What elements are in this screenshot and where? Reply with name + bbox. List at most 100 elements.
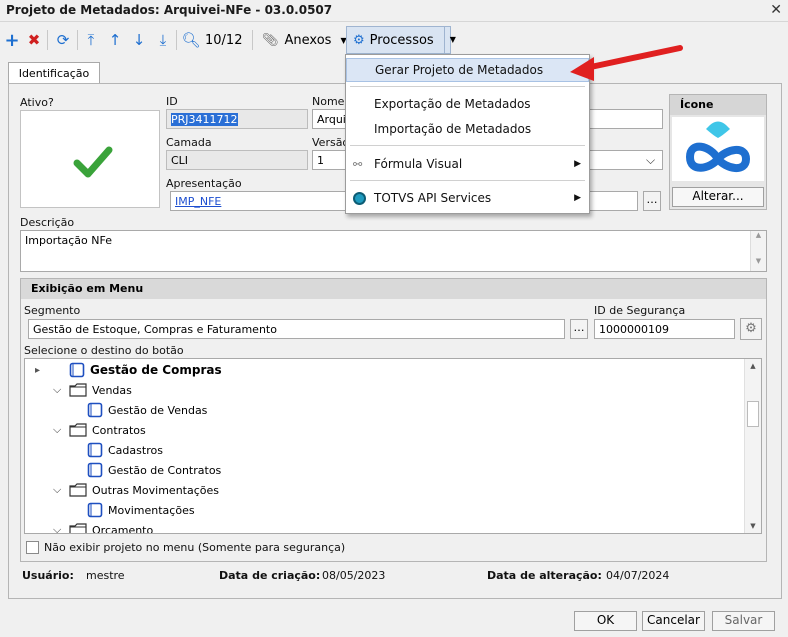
icon-box: Ícone Alterar...	[669, 94, 767, 210]
menu-display-header: Exibição em Menu	[21, 279, 766, 299]
hide-from-menu-checkbox[interactable]	[26, 541, 39, 554]
tree-node-label: Gestão de Vendas	[108, 403, 208, 417]
record-counter: 10/12	[205, 32, 243, 48]
menu-item-label: Importação de Metadados	[374, 122, 532, 136]
refresh-icon[interactable]: ⟳	[52, 26, 74, 54]
layer-label: Camada	[166, 136, 212, 149]
collapse-arrow-icon[interactable]: ⌵	[53, 483, 61, 497]
destination-label: Selecione o destino do botão	[24, 344, 184, 357]
menu-item-label: TOTVS API Services	[374, 191, 492, 205]
segment-label: Segmento	[24, 304, 81, 317]
document-icon	[87, 462, 103, 478]
destination-tree[interactable]: ▸ Gestão de Compras ⌵ Vendas Gestão de Venda…	[24, 358, 762, 534]
project-icon	[672, 117, 764, 181]
security-id-field[interactable]: 1000000109	[594, 319, 735, 339]
document-icon	[69, 362, 85, 378]
description-scrollbar[interactable]: ▲ ▼	[750, 231, 766, 271]
tree-node-label: Outras Movimentações	[92, 483, 220, 497]
gear-icon: ⚙	[353, 32, 365, 48]
version-label: Versão	[312, 136, 350, 149]
ok-button[interactable]: OK	[574, 611, 637, 631]
id-field[interactable]: PRJ3411712	[166, 109, 308, 129]
tree-node-label: Cadastros	[108, 443, 163, 457]
tree-item-node[interactable]: Cadastros	[87, 440, 163, 460]
processes-label: Processos	[369, 32, 434, 48]
next-record-icon[interactable]: ↓	[128, 26, 150, 54]
add-icon[interactable]: +	[2, 26, 22, 54]
tree-folder-node[interactable]: ⌵ Orcamento	[53, 520, 154, 534]
layer-field[interactable]: CLI	[166, 150, 308, 170]
attachments-button[interactable]: 📎︎ Anexos ▼	[262, 26, 347, 54]
folder-icon	[69, 383, 87, 397]
chevron-right-icon: ▶	[574, 193, 581, 203]
user-label: Usuário:	[22, 569, 74, 582]
chevron-down-icon[interactable]: ▼	[443, 27, 456, 53]
tree-item-node[interactable]: Gestão de Contratos	[87, 460, 221, 480]
menu-item-visual-formula[interactable]: ⚯ Fórmula Visual ▶	[346, 152, 589, 176]
first-record-icon[interactable]: ⤒	[80, 26, 102, 54]
collapse-arrow-icon[interactable]: ⌵	[53, 423, 61, 437]
document-icon	[87, 442, 103, 458]
name-label: Nome	[312, 95, 345, 108]
icon-label: Ícone	[670, 95, 766, 115]
expand-arrow-icon[interactable]: ▸	[35, 365, 40, 376]
tree-item-node[interactable]: ▸ Gestão de Compras	[35, 360, 222, 380]
changed-value: 04/07/2024	[606, 569, 670, 582]
presentation-label: Apresentação	[166, 177, 242, 190]
processes-dropdown-menu: Gerar Projeto de Metadados Exportação de…	[345, 54, 590, 214]
id-value: PRJ3411712	[171, 113, 238, 126]
processes-button[interactable]: ⚙ Processos ▼	[346, 26, 456, 54]
gear-icon[interactable]: ⚙	[740, 318, 762, 340]
folder-icon	[69, 483, 87, 497]
tree-scrollbar[interactable]: ▲ ▼	[744, 359, 761, 533]
menu-item-import-metadata[interactable]: Importação de Metadados	[346, 117, 589, 141]
tree-item-node[interactable]: Movimentações	[87, 500, 195, 520]
tree-node-label: Vendas	[92, 383, 132, 397]
collapse-arrow-icon[interactable]: ⌵	[53, 383, 61, 397]
delete-icon[interactable]: ✖	[24, 26, 44, 54]
previous-record-icon[interactable]: ↑	[104, 26, 126, 54]
tree-item-node[interactable]: Gestão de Vendas	[87, 400, 207, 420]
folder-icon	[69, 523, 87, 533]
last-record-icon[interactable]: ⤓	[152, 26, 174, 54]
segment-lookup-button[interactable]: …	[570, 319, 588, 339]
active-toggle[interactable]	[20, 110, 160, 208]
infinity-logo-icon	[685, 121, 751, 172]
attachments-label: Anexos	[284, 32, 332, 48]
hide-from-menu-label: Não exibir projeto no menu (Somente para…	[44, 541, 346, 554]
cancel-button[interactable]: Cancelar	[642, 611, 705, 631]
chevron-down-icon[interactable]: ⌵	[646, 153, 655, 168]
red-arrow-annotation	[570, 45, 683, 81]
search-icon[interactable]: 🔍︎	[180, 26, 202, 54]
security-id-label: ID de Segurança	[594, 304, 686, 317]
presentation-lookup-button[interactable]: …	[643, 191, 661, 211]
window-title: Projeto de Metadados: Arquivei-NFe - 03.…	[6, 3, 333, 17]
change-icon-button[interactable]: Alterar...	[672, 187, 764, 207]
menu-item-totvs-api-services[interactable]: TOTVS API Services ▶	[346, 186, 589, 210]
tree-node-label: Gestão de Contratos	[108, 463, 222, 477]
scroll-thumb[interactable]	[747, 401, 759, 427]
tree-folder-node[interactable]: ⌵ Outras Movimentações	[53, 480, 220, 500]
description-label: Descrição	[20, 216, 75, 229]
tree-node-label: Movimentações	[108, 503, 195, 517]
close-icon[interactable]: ✕	[770, 2, 782, 18]
tab-identification[interactable]: Identificação	[8, 62, 100, 84]
tree-node-label: Orcamento	[92, 523, 154, 534]
paperclip-icon: 📎︎	[262, 32, 279, 48]
document-icon	[87, 402, 103, 418]
hierarchy-icon: ⚯	[353, 157, 363, 171]
document-icon	[87, 502, 103, 518]
user-value: mestre	[86, 569, 125, 582]
menu-item-generate-metadata-project[interactable]: Gerar Projeto de Metadados	[346, 58, 589, 82]
description-field[interactable]: Importação NFe ▲ ▼	[20, 230, 767, 272]
api-services-icon	[353, 191, 366, 205]
tree-folder-node[interactable]: ⌵ Contratos	[53, 420, 146, 440]
collapse-arrow-icon[interactable]: ⌵	[53, 523, 61, 533]
menu-item-export-metadata[interactable]: Exportação de Metadados	[346, 92, 589, 116]
save-button[interactable]: Salvar	[712, 611, 775, 631]
id-label: ID	[166, 95, 178, 108]
tree-folder-node[interactable]: ⌵ Vendas	[53, 380, 132, 400]
menu-item-label: Gerar Projeto de Metadados	[375, 63, 544, 77]
segment-field[interactable]: Gestão de Estoque, Compras e Faturamento	[28, 319, 565, 339]
description-value: Importação NFe	[25, 234, 112, 247]
